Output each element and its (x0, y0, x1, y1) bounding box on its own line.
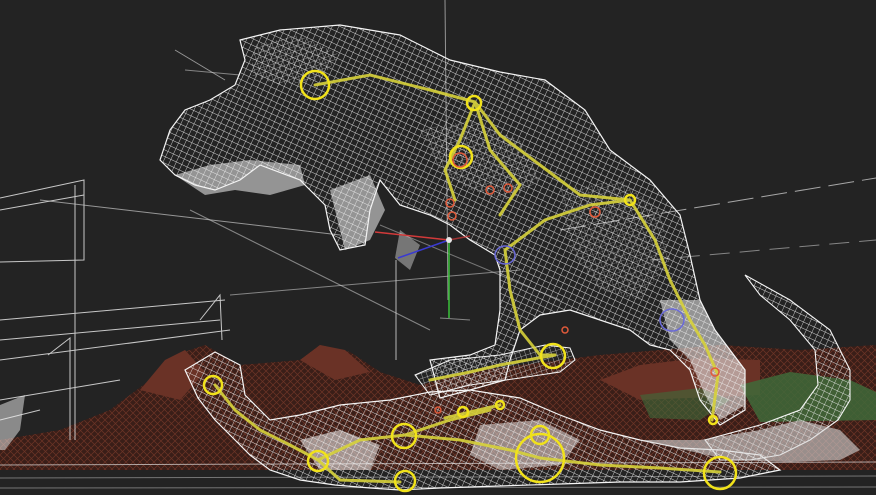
3d-viewport[interactable] (0, 0, 876, 495)
axis-gizmo-icon[interactable] (374, 231, 471, 318)
scene-canvas[interactable] (0, 0, 876, 495)
